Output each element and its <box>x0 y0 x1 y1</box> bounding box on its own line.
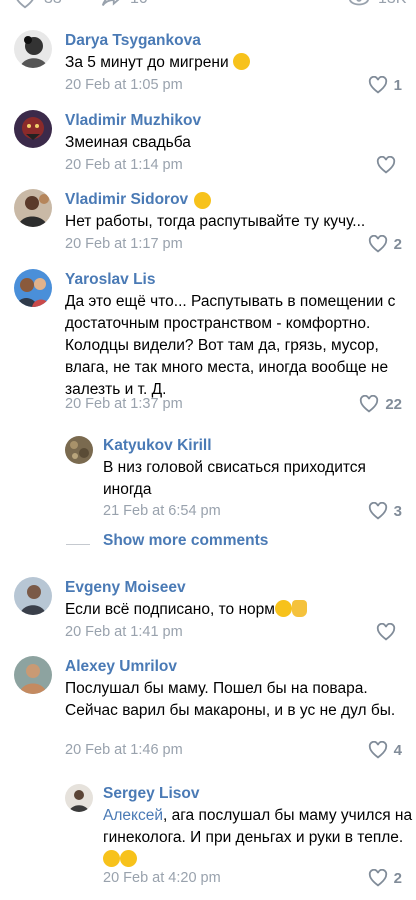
comment-author[interactable]: Alexey Umrilov <box>65 658 177 676</box>
avatar[interactable] <box>14 656 52 694</box>
comment-text: В низ головой свисаться приходится иногд… <box>103 459 366 498</box>
comment-author[interactable]: Evgeny Moiseev <box>65 579 186 597</box>
comment-date[interactable]: 20 Feb at 1:17 pm <box>65 236 183 252</box>
avatar[interactable] <box>14 189 52 227</box>
comment-author[interactable]: Sergey Lisov <box>103 785 200 803</box>
share-action[interactable]: 10 <box>100 0 148 10</box>
avatar[interactable] <box>14 110 52 148</box>
comment-date[interactable]: 20 Feb at 1:05 pm <box>65 77 183 93</box>
avatar[interactable] <box>14 577 52 615</box>
avatar[interactable] <box>14 269 52 307</box>
heart-icon <box>376 623 396 641</box>
comment-date[interactable]: 21 Feb at 6:54 pm <box>103 503 221 519</box>
like-count: 3 <box>393 502 402 520</box>
comment-like-button[interactable]: 4 <box>368 741 402 759</box>
heart-icon <box>376 156 396 174</box>
thread-divider <box>66 544 90 545</box>
thinking-face-emoji <box>103 850 120 867</box>
comment-date[interactable]: 20 Feb at 1:46 pm <box>65 742 183 758</box>
rolling-laughing-emoji <box>232 53 250 70</box>
views: 13K <box>348 0 406 10</box>
mention-link[interactable]: Алексей <box>103 807 163 824</box>
comment-text: За 5 минут до мигрени <box>65 52 405 74</box>
avatar[interactable] <box>14 30 52 68</box>
like-count: 2 <box>393 869 402 887</box>
like-count: 2 <box>393 235 402 253</box>
comment-like-button[interactable]: 2 <box>368 869 402 887</box>
comment-like-button[interactable]: 1 <box>368 76 402 94</box>
comment-like-button[interactable]: 22 <box>359 395 402 413</box>
comment-author[interactable]: Katyukov Kirill <box>103 437 212 455</box>
comment-like-button[interactable]: 3 <box>368 502 402 520</box>
like-count: 33 <box>44 0 62 8</box>
comment-date[interactable]: 20 Feb at 1:37 pm <box>65 396 183 412</box>
heart-icon <box>16 0 34 9</box>
comment-text: Змеиная свадьба <box>65 134 191 151</box>
heart-icon <box>360 395 379 413</box>
eye-icon <box>349 0 369 6</box>
comment-like-button[interactable]: 2 <box>368 235 402 253</box>
like-count: 1 <box>393 76 402 94</box>
comment-author[interactable]: Vladimir Muzhikov <box>65 112 201 130</box>
grinning-face-emoji <box>274 600 292 617</box>
comment-date[interactable]: 20 Feb at 4:20 pm <box>103 870 221 886</box>
comment-author[interactable]: Vladimir Sidorov <box>65 191 212 209</box>
heart-icon <box>368 869 387 887</box>
comment-like-button[interactable] <box>376 623 402 641</box>
comment-text: Алексей, ага послушал бы маму учился на … <box>103 805 413 871</box>
like-count: 22 <box>385 395 402 413</box>
heart-icon <box>368 502 387 520</box>
comment-text: Если всё подписано, то норм <box>65 599 405 621</box>
comment-like-button[interactable] <box>376 156 402 174</box>
comment-date[interactable]: 20 Feb at 1:14 pm <box>65 157 183 173</box>
like-count: 4 <box>393 741 402 759</box>
share-count: 10 <box>130 0 148 8</box>
heart-icon <box>368 76 387 94</box>
avatar[interactable] <box>65 436 93 464</box>
share-icon <box>101 0 120 6</box>
grinning-face-emoji <box>120 850 137 867</box>
view-count: 13K <box>378 0 406 8</box>
heart-icon <box>368 235 387 253</box>
comment-author[interactable]: Yaroslav Lis <box>65 271 155 289</box>
heart-icon <box>368 741 387 759</box>
show-more-comments-button[interactable]: Show more comments <box>103 532 268 550</box>
comment-author[interactable]: Darya Tsygankova <box>65 32 201 50</box>
comment-text: Нет работы, тогда распутывайте ту кучу..… <box>65 213 366 230</box>
smiling-face-emoji <box>194 191 212 209</box>
like-action[interactable]: 33 <box>14 0 62 10</box>
comment-text: Да это ещё что... Распутывать в помещени… <box>65 293 396 398</box>
comment-date[interactable]: 20 Feb at 1:41 pm <box>65 624 183 640</box>
post-action-bar: 33 10 13K <box>0 0 416 14</box>
avatar[interactable] <box>65 784 93 812</box>
thumbs-up-emoji <box>291 600 307 617</box>
comment-text: Послушал бы маму. Пошел бы на повара. Се… <box>65 680 396 719</box>
